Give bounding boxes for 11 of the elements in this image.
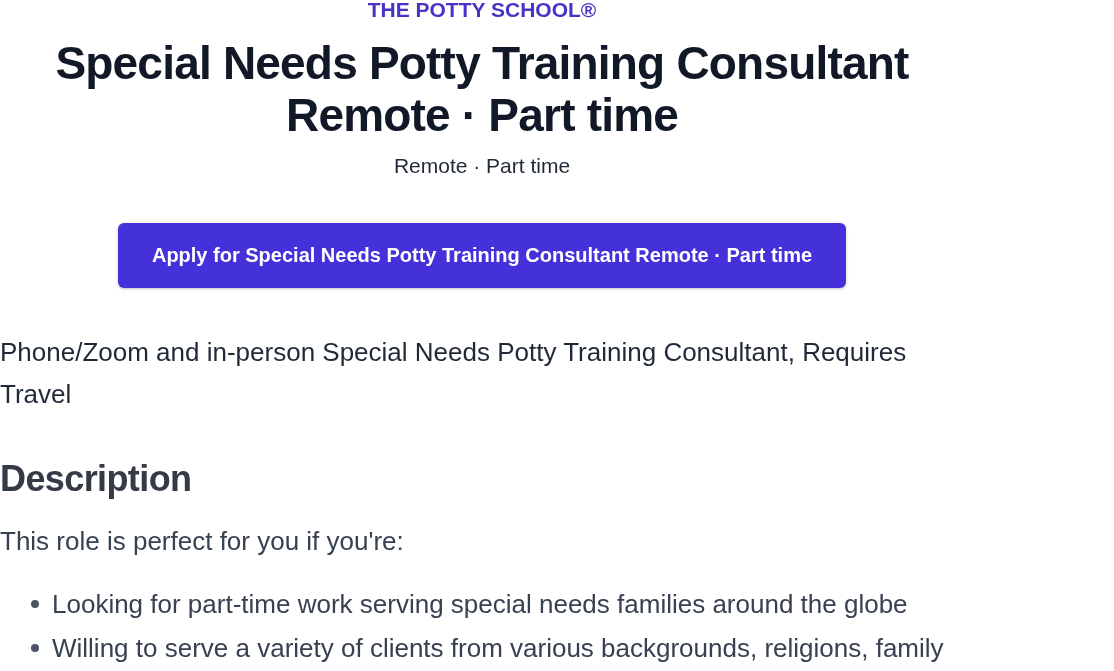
bullet-text: Willing to serve a variety of clients from various backgrounds, religions, family [52,632,944,665]
apply-button[interactable]: Apply for Special Needs Potty Training Consultant Remote · Part time [118,223,846,288]
job-summary: Phone/Zoom and in-person Special Needs Potty Training Consultant, Requires Travel [0,336,908,411]
job-title: Special Needs Potty Training Consultant Remote · Part time [54,37,910,141]
bullet-icon [31,600,39,608]
company-name: THE POTTY SCHOOL® [367,0,597,20]
bullet-text: Looking for part-time work serving special needs families around the globe [52,588,908,621]
job-subtitle: Remote · Part time [393,153,571,179]
intro-text: This role is perfect for you if you're: [0,525,405,558]
bullet-icon [31,644,39,652]
section-heading: Description [0,457,193,501]
